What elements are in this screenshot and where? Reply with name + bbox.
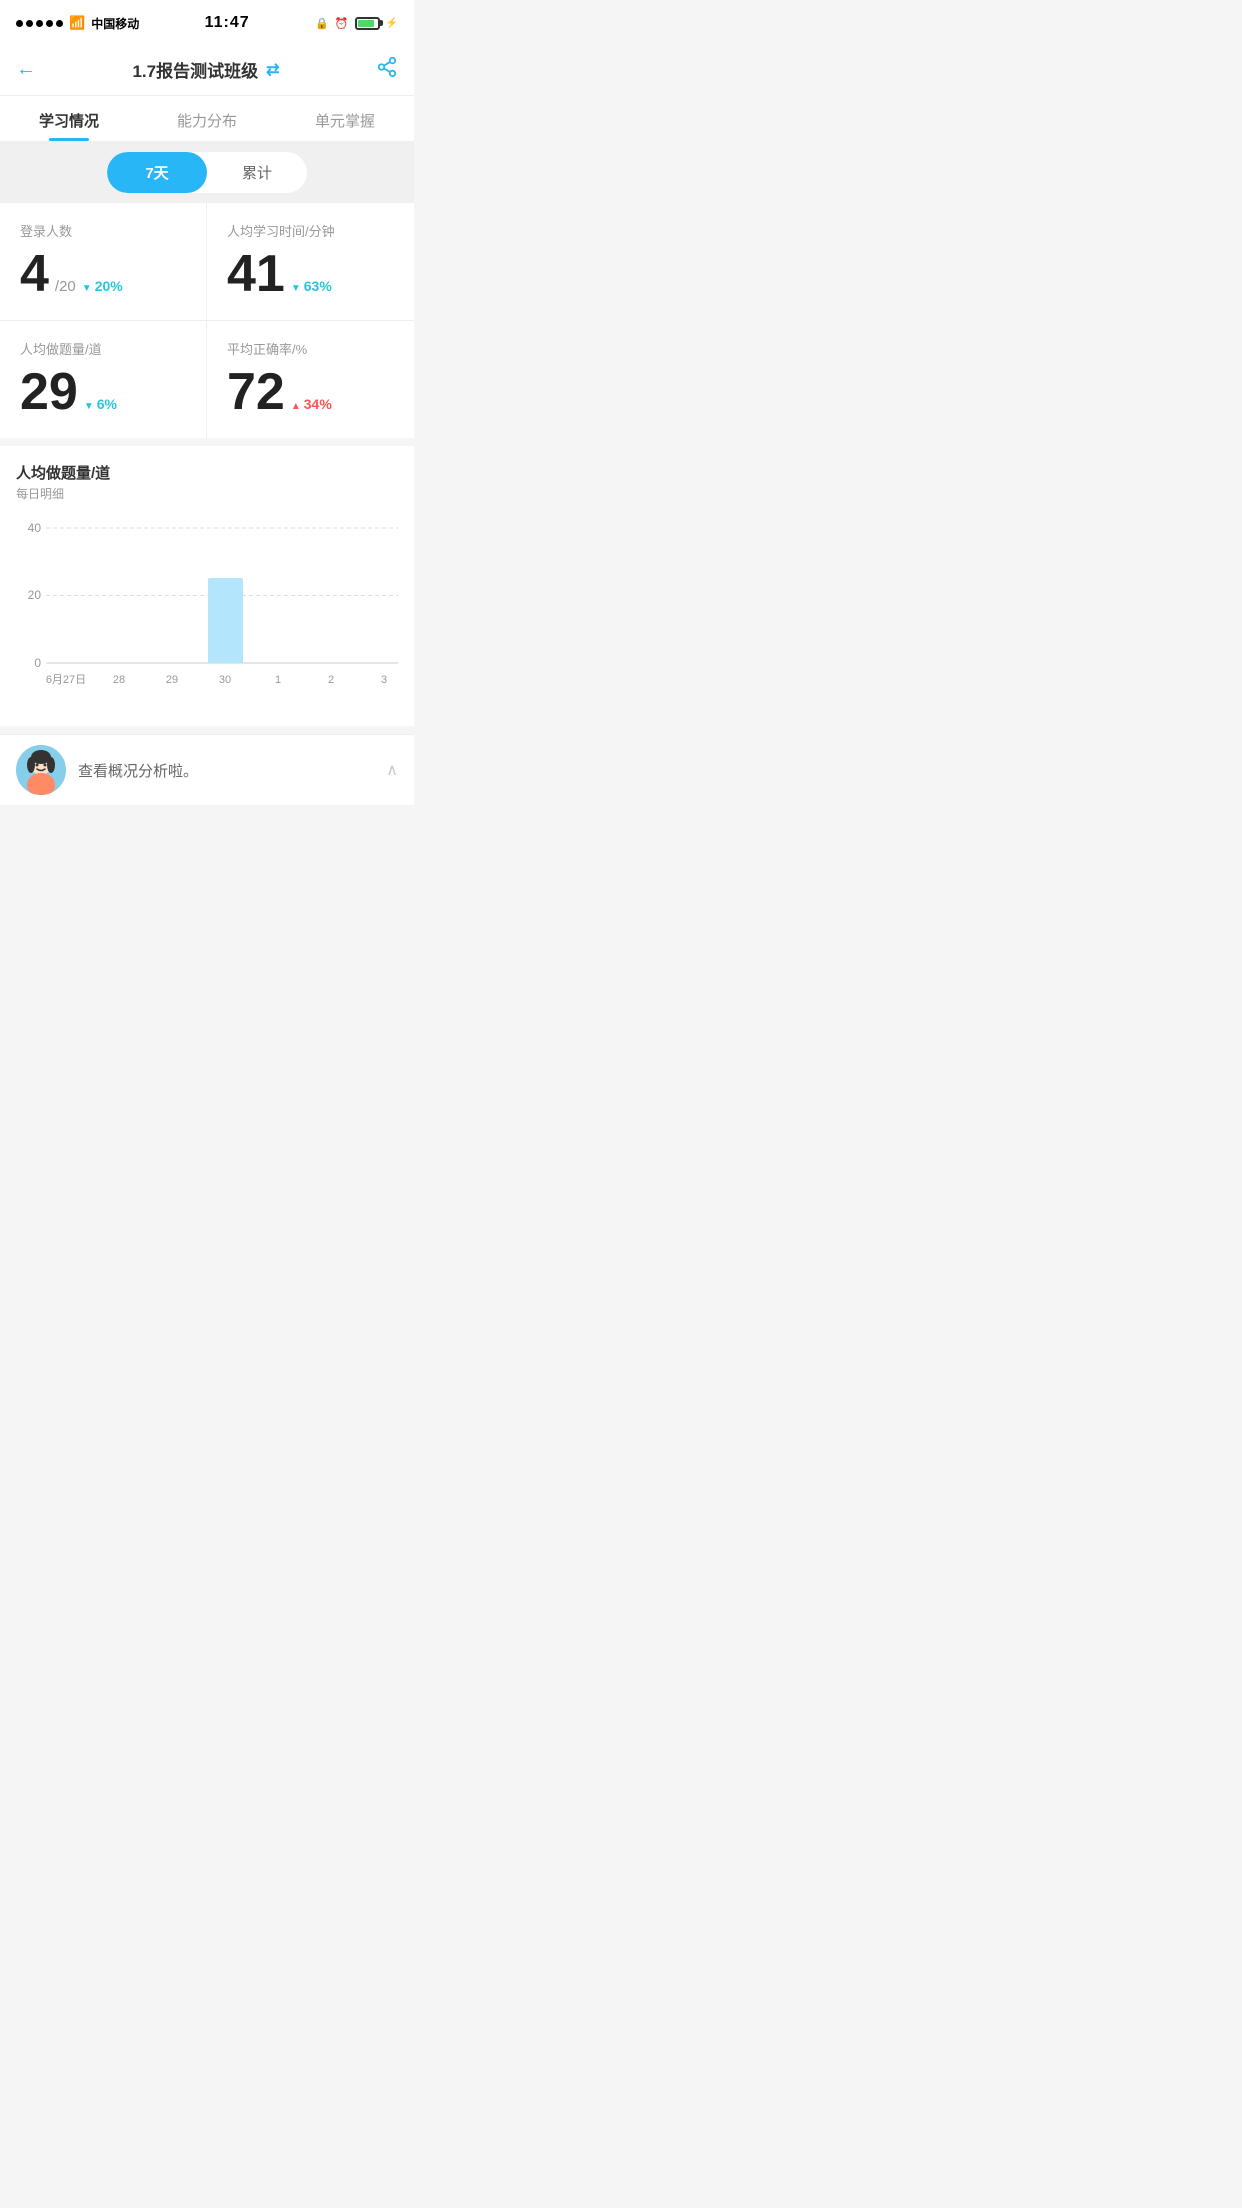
back-button[interactable]: ←: [16, 58, 36, 81]
stat-questions-change: 6%: [84, 396, 117, 412]
tab-learning[interactable]: 学习情况: [0, 96, 138, 141]
svg-text:40: 40: [28, 521, 42, 535]
toggle-section: 7天 累计: [0, 142, 414, 203]
status-left: 📶 中国移动: [16, 15, 139, 32]
toggle-cumulative[interactable]: 累计: [207, 152, 307, 193]
stat-studytime-label: 人均学习时间/分钟: [227, 221, 394, 240]
svg-text:0: 0: [34, 656, 41, 670]
stat-study-time: 人均学习时间/分钟 41 63%: [207, 203, 414, 321]
stat-logins-value-row: 4 /20 20%: [20, 248, 186, 300]
status-time: 11:47: [205, 14, 250, 32]
stat-logins-change: 20%: [82, 278, 123, 294]
lock-icon: 🔒: [315, 17, 329, 30]
signal-dots: [16, 20, 63, 27]
stat-questions: 人均做题量/道 29 6%: [0, 321, 207, 438]
bar-chart: 40 20 0 6月27日 28 29 30 1 2 3: [16, 518, 398, 718]
stat-accuracy-main: 72: [227, 366, 285, 418]
svg-text:1: 1: [275, 674, 281, 686]
stat-logins-main: 4: [20, 248, 49, 300]
stat-questions-main: 29: [20, 366, 78, 418]
svg-text:20: 20: [28, 588, 42, 602]
alarm-icon: ⏰: [335, 17, 349, 30]
stat-logins-sub: /20: [55, 278, 76, 295]
header: ← 1.7报告测试班级 ⇄: [0, 44, 414, 96]
tabs-bar: 学习情况 能力分布 单元掌握: [0, 96, 414, 142]
carrier-label: 中国移动: [91, 15, 139, 32]
status-bar: 📶 中国移动 11:47 🔒 ⏰ ⚡: [0, 0, 414, 44]
stat-logins: 登录人数 4 /20 20%: [0, 203, 207, 321]
stats-grid: 登录人数 4 /20 20% 人均学习时间/分钟 41 63% 人均做题量/道 …: [0, 203, 414, 438]
avatar: [16, 745, 66, 795]
stat-accuracy-label: 平均正确率/%: [227, 339, 394, 358]
stat-logins-label: 登录人数: [20, 221, 186, 240]
svg-text:6月27日: 6月27日: [46, 674, 86, 686]
header-title-group: 1.7报告测试班级 ⇄: [132, 57, 279, 82]
stat-accuracy: 平均正确率/% 72 34%: [207, 321, 414, 438]
wifi-icon: 📶: [69, 15, 85, 31]
arrow-down-icon3: [84, 396, 94, 412]
stat-questions-value-row: 29 6%: [20, 366, 186, 418]
shuffle-icon[interactable]: ⇄: [266, 60, 279, 80]
chevron-up-icon[interactable]: ∧: [386, 760, 398, 780]
stat-studytime-main: 41: [227, 248, 285, 300]
tab-unit[interactable]: 单元掌握: [276, 96, 414, 141]
stat-studytime-value-row: 41 63%: [227, 248, 394, 300]
chart-subtitle: 每日明细: [16, 485, 398, 502]
tab-ability[interactable]: 能力分布: [138, 96, 276, 141]
svg-text:3: 3: [381, 674, 387, 686]
toggle-7days[interactable]: 7天: [107, 152, 207, 193]
chart-container: 40 20 0 6月27日 28 29 30 1 2 3: [16, 518, 398, 718]
svg-text:29: 29: [166, 674, 178, 686]
bottom-message: 查看概况分析啦。: [78, 760, 374, 781]
chart-section: 人均做题量/道 每日明细 40 20 0 6月27日 28 29 30 1 2 …: [0, 446, 414, 726]
stat-accuracy-change: 34%: [291, 396, 332, 412]
stat-studytime-change: 63%: [291, 278, 332, 294]
svg-text:28: 28: [113, 674, 125, 686]
svg-text:30: 30: [219, 674, 231, 686]
status-right: 🔒 ⏰ ⚡: [315, 17, 398, 30]
page-title: 1.7报告测试班级: [132, 57, 258, 82]
toggle-pill: 7天 累计: [107, 152, 307, 193]
chart-title: 人均做题量/道: [16, 462, 398, 483]
share-button[interactable]: [376, 56, 398, 83]
svg-text:2: 2: [328, 674, 334, 686]
arrow-down-icon: [82, 278, 92, 294]
stat-questions-label: 人均做题量/道: [20, 339, 186, 358]
arrow-down-icon2: [291, 278, 301, 294]
stat-accuracy-value-row: 72 34%: [227, 366, 394, 418]
bottom-bar[interactable]: 查看概况分析啦。 ∧: [0, 734, 414, 805]
bolt-icon: ⚡: [386, 18, 398, 29]
arrow-up-icon: [291, 396, 301, 412]
battery-icon: [355, 17, 380, 30]
